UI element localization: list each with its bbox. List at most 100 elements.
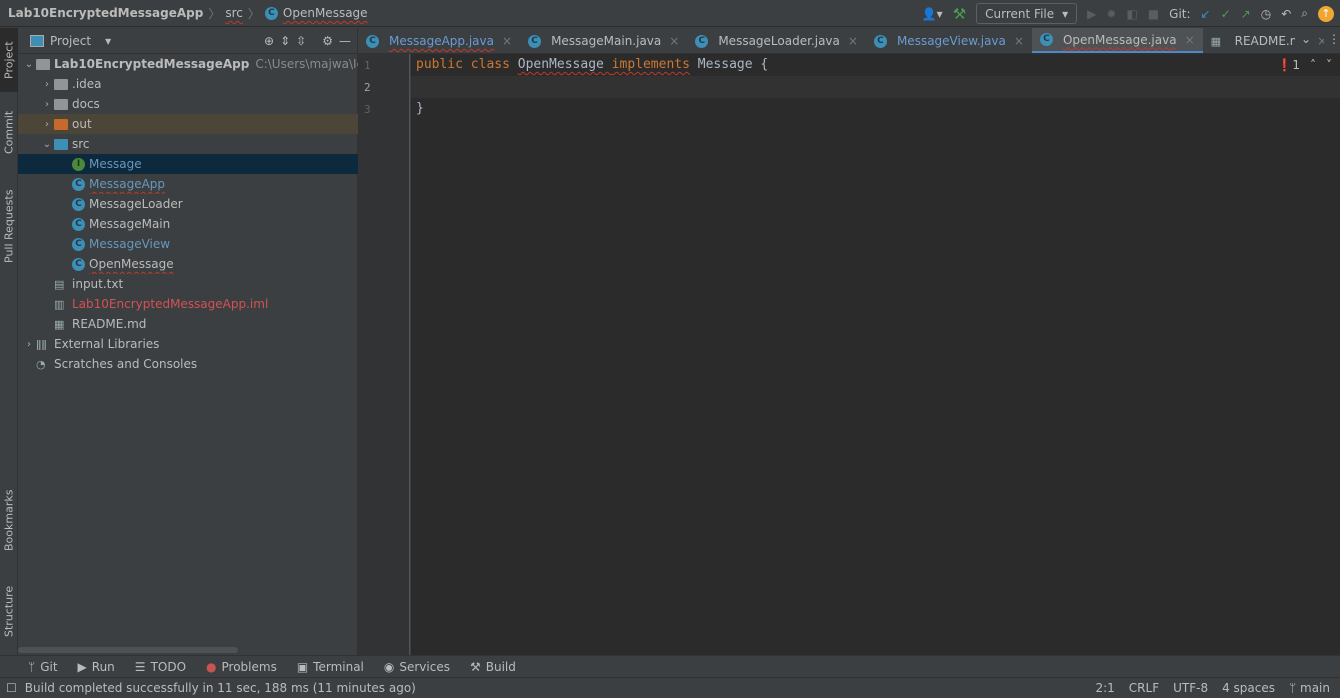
tree-item[interactable]: › out xyxy=(18,114,358,134)
run-icon[interactable]: ▶ xyxy=(1087,7,1096,21)
error-icon: ❗ xyxy=(1277,58,1293,72)
tab-label: OpenMessage.java xyxy=(1062,32,1177,47)
horizontal-scrollbar[interactable] xyxy=(18,647,238,653)
tree-item-label: docs xyxy=(72,97,100,111)
terminal-icon: ▣ xyxy=(296,659,309,674)
history-icon[interactable]: ◷ xyxy=(1261,7,1271,21)
chevron-down-icon[interactable]: ⌄ xyxy=(1295,32,1318,46)
minimize-icon[interactable]: — xyxy=(339,34,351,48)
tool-button-terminal[interactable]: ▣ Terminal xyxy=(297,660,364,674)
tree-item[interactable]: C MessageView xyxy=(18,234,358,254)
breadcrumb: Lab10EncryptedMessageApp 〉 src 〉 C OpenM… xyxy=(0,5,368,22)
status-message[interactable]: Build completed successfully in 11 sec, … xyxy=(25,681,416,695)
tree-item-label: Lab10EncryptedMessageApp xyxy=(54,57,250,71)
tool-tab-pull-requests[interactable]: Pull Requests xyxy=(0,178,18,274)
text-file-icon: ▤ xyxy=(54,277,65,291)
tree-item[interactable]: I Message xyxy=(18,154,358,174)
tool-tab-structure[interactable]: Structure xyxy=(0,576,18,646)
tool-button-todo[interactable]: ☰ TODO xyxy=(135,660,186,674)
tool-button-services[interactable]: ◉ Services xyxy=(384,660,450,674)
tree-item[interactable]: › docs xyxy=(18,94,358,114)
git-update-icon[interactable]: ↙ xyxy=(1201,7,1211,21)
line-separator[interactable]: CRLF xyxy=(1129,681,1159,695)
coverage-icon[interactable]: ◧ xyxy=(1126,7,1137,21)
git-branch-widget[interactable]: ᛘ main xyxy=(1289,681,1330,695)
tool-button-git[interactable]: ᛘ Git xyxy=(28,660,58,674)
tree-item[interactable]: C MessageApp xyxy=(18,174,358,194)
expand-all-icon[interactable]: ⇕ xyxy=(280,34,290,48)
tree-item[interactable]: ⌄ src xyxy=(18,134,358,154)
class-icon: C xyxy=(873,34,887,48)
project-view-select[interactable]: Project xyxy=(50,34,91,48)
breadcrumb-file[interactable]: OpenMessage xyxy=(283,6,368,20)
debug-icon[interactable]: ✹ xyxy=(1106,7,1116,21)
stop-icon[interactable]: ■ xyxy=(1148,7,1159,21)
tree-item[interactable]: C MessageMain xyxy=(18,214,358,234)
update-icon[interactable]: ↑ xyxy=(1318,5,1334,22)
tree-item[interactable]: C MessageLoader xyxy=(18,194,358,214)
close-icon[interactable]: × xyxy=(1185,33,1195,47)
more-vertical-icon[interactable]: ⋮ xyxy=(1324,32,1340,46)
tool-button-build[interactable]: ⚒ Build xyxy=(470,660,516,674)
class-icon: C xyxy=(72,257,85,271)
editor-tab[interactable]: C MessageView.java × xyxy=(866,28,1032,53)
tool-tab-bookmarks[interactable]: Bookmarks xyxy=(0,480,18,560)
chevron-up-icon[interactable]: ˄ xyxy=(1310,58,1316,72)
tool-tab-project[interactable]: Project xyxy=(0,28,18,92)
close-icon[interactable]: × xyxy=(502,34,512,48)
tab-label: MessageView.java xyxy=(896,34,1006,48)
close-icon[interactable]: × xyxy=(1014,34,1024,48)
breadcrumb-project[interactable]: Lab10EncryptedMessageApp xyxy=(8,6,203,20)
tool-button-label: Terminal xyxy=(313,659,364,674)
editor-tab[interactable]: C MessageMain.java × xyxy=(520,28,687,53)
tree-item[interactable]: › ǁǁ External Libraries xyxy=(18,334,358,354)
tool-button-problems[interactable]: ● Problems xyxy=(206,660,277,674)
libraries-icon: ǁǁ xyxy=(36,337,47,351)
gear-icon[interactable]: ⚙ xyxy=(322,34,333,48)
bottom-tool-bar: ᛘ Git ▶ Run ☰ TODO ● Problems ▣ Terminal ◉ Services… xyxy=(0,655,1340,677)
tree-item[interactable]: ▥ Lab10EncryptedMessageApp.iml xyxy=(18,294,358,314)
tree-item[interactable]: ▦ README.md xyxy=(18,314,358,334)
git-push-icon[interactable]: ↗ xyxy=(1241,7,1251,21)
indent-setting[interactable]: 4 spaces xyxy=(1222,681,1275,695)
run-configuration-select[interactable]: Current File ▾ xyxy=(976,3,1078,24)
inspection-widget[interactable]: ❗1 ˄ ˅ xyxy=(1277,58,1332,72)
tool-window-toggle-icon[interactable]: ☐ xyxy=(6,681,17,695)
tool-button-run[interactable]: ▶ Run xyxy=(78,660,115,674)
tree-item[interactable]: C OpenMessage xyxy=(18,254,358,274)
chevron-right-icon[interactable]: › xyxy=(40,119,54,130)
chevron-down-icon[interactable]: ⌄ xyxy=(40,139,54,150)
breadcrumb-folder[interactable]: src xyxy=(225,6,243,20)
tool-tab-commit[interactable]: Commit xyxy=(0,102,18,162)
user-icon[interactable]: 👤▾ xyxy=(922,7,943,21)
search-icon[interactable]: ⌕ xyxy=(1301,6,1308,21)
rollback-icon[interactable]: ↶ xyxy=(1281,7,1291,21)
close-icon[interactable]: × xyxy=(669,34,679,48)
close-icon[interactable]: × xyxy=(848,34,858,48)
chevron-down-icon[interactable]: ⌄ xyxy=(22,59,36,70)
tree-item[interactable]: ▤ input.txt xyxy=(18,274,358,294)
build-hammer-icon[interactable]: ⚒ xyxy=(953,5,966,23)
chevron-down-icon[interactable]: ˅ xyxy=(1326,58,1332,72)
chevron-right-icon[interactable]: › xyxy=(40,79,54,90)
chevron-right-icon[interactable]: › xyxy=(40,99,54,110)
left-tool-strip: Project Commit Pull Requests Bookmarks S… xyxy=(0,28,18,655)
chevron-right-icon[interactable]: › xyxy=(22,339,36,350)
todo-list-icon: ☰ xyxy=(134,659,146,674)
file-encoding[interactable]: UTF-8 xyxy=(1173,681,1208,695)
tree-item-label: src xyxy=(72,137,90,151)
tree-item[interactable]: ⌄ Lab10EncryptedMessageApp C:\Users\majwa\… xyxy=(18,54,358,74)
editor-tab[interactable]: C MessageApp.java × xyxy=(358,28,520,53)
tree-item[interactable]: ◔ Scratches and Consoles xyxy=(18,354,358,374)
tree-item[interactable]: › .idea xyxy=(18,74,358,94)
editor-tab[interactable]: C MessageLoader.java × xyxy=(687,28,866,53)
caret-position[interactable]: 2:1 xyxy=(1095,681,1114,695)
git-commit-icon[interactable]: ✓ xyxy=(1221,7,1231,21)
code-editor[interactable]: public class OpenMessage implements Mess… xyxy=(411,54,1340,655)
locate-icon[interactable]: ⊕ xyxy=(264,34,274,48)
collapse-all-icon[interactable]: ⇳ xyxy=(296,34,306,48)
run-config-label: Current File xyxy=(985,6,1055,21)
editor-tab[interactable]: C OpenMessage.java × xyxy=(1031,28,1203,53)
chevron-down-icon[interactable]: ▾ xyxy=(105,34,111,48)
class-icon: C xyxy=(72,197,85,211)
